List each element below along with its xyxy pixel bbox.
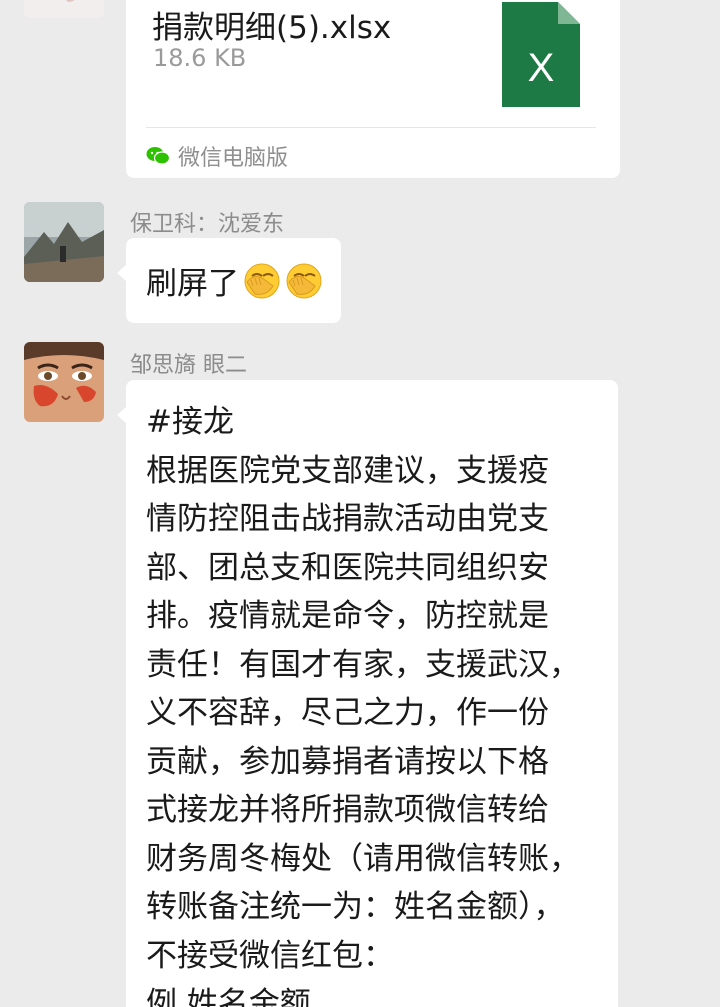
excel-file-icon: X xyxy=(502,2,580,107)
message-text: 刷屏了 xyxy=(146,266,239,302)
avatar[interactable] xyxy=(24,0,104,18)
file-message[interactable]: 捐款明细(5).xlsx 18.6 KB X 微信电脑版 xyxy=(126,0,620,178)
message-text: #接龙根据医院党支部建议，支援疫 情防控阻击战捐款活动由党支 部、团总支和医院共同组… xyxy=(146,398,600,1007)
sender-name: 邹思旖 眼二 xyxy=(130,353,247,378)
facepalm-emoji-icon xyxy=(286,263,322,298)
message-line: 部、团总支和医院共同组织安 xyxy=(146,549,549,586)
avatar-image-icon xyxy=(24,0,104,18)
text-message[interactable]: #接龙根据医院党支部建议，支援疫 情防控阻击战捐款活动由党支 部、团总支和医院共同组… xyxy=(117,380,618,1007)
message-line: 例 姓名金额 xyxy=(146,986,311,1007)
message-line: 义不容辞，尽己之力，作一份 xyxy=(146,695,549,731)
message-line: 根据医院党支部建议，支援疫 xyxy=(146,452,549,489)
message-line: 财务周冬梅处（请用微信转账， xyxy=(146,840,580,877)
card-source: 微信电脑版 xyxy=(146,140,288,172)
avatar[interactable] xyxy=(24,202,104,282)
file-name: 捐款明细(5).xlsx xyxy=(152,10,392,46)
card-divider xyxy=(146,127,596,128)
message-line: 式接龙并将所捐款项微信转给 xyxy=(146,792,549,828)
text-message[interactable]: 刷屏了 xyxy=(117,238,341,323)
source-label: 微信电脑版 xyxy=(178,146,289,171)
chat-area: 捐款明细(5).xlsx 18.6 KB X 微信电脑版 保卫科：沈爱东 刷屏了… xyxy=(0,0,720,1007)
wechat-icon xyxy=(146,146,171,166)
facepalm-emoji-icon xyxy=(244,263,280,298)
avatar-image-icon xyxy=(24,202,104,282)
message-line: 转账备注统一为：姓名金额）， xyxy=(146,889,565,925)
message-line: 排。疫情就是命令，防控就是 xyxy=(146,598,549,634)
message-line: 贡献，参加募捐者请按以下格 xyxy=(146,743,549,780)
excel-icon-letter: X xyxy=(528,46,555,90)
avatar-image-icon xyxy=(24,342,104,422)
avatar[interactable] xyxy=(24,342,104,422)
message-line: 不接受微信红包： xyxy=(146,937,394,974)
message-line: #接龙 xyxy=(146,404,234,440)
sender-name: 保卫科：沈爱东 xyxy=(130,212,285,237)
message-line: 情防控阻击战捐款活动由党支 xyxy=(146,501,549,537)
message-line: 责任！有国才有家，支援武汉， xyxy=(146,646,580,683)
file-size: 18.6 KB xyxy=(153,44,247,72)
